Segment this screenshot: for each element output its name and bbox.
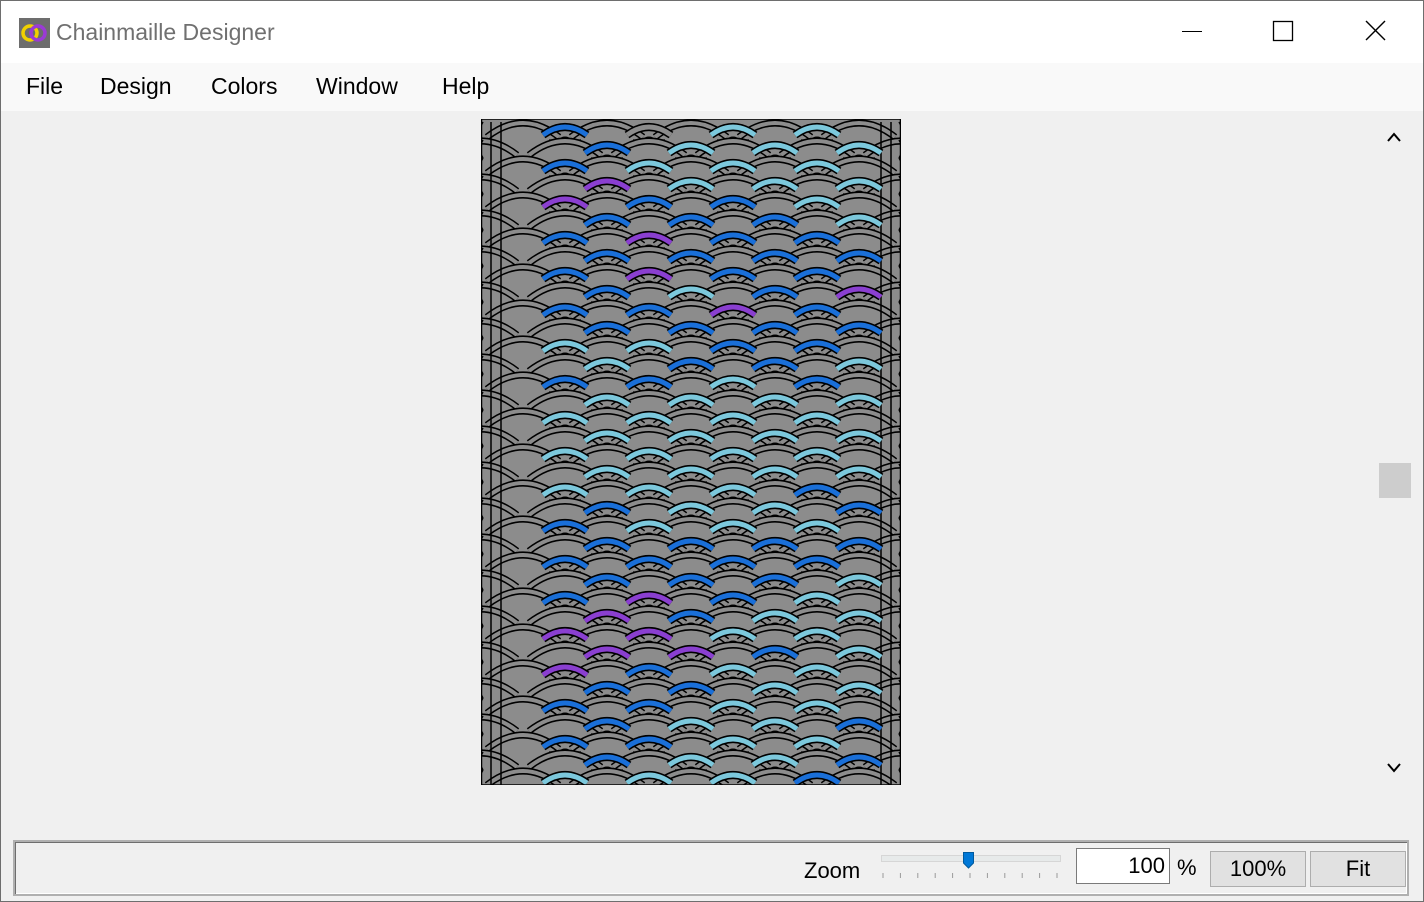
chevron-down-icon	[1387, 763, 1401, 773]
scroll-up-button[interactable]	[1378, 119, 1411, 153]
menu-bar: File Design Colors Window Help	[1, 63, 1423, 111]
zoom-100-button[interactable]: 100%	[1210, 851, 1306, 887]
menu-design[interactable]: Design	[100, 72, 172, 100]
app-window: Chainmaille Designer File Design Colors …	[0, 0, 1424, 902]
percent-sign: %	[1177, 855, 1197, 880]
close-button[interactable]	[1329, 1, 1421, 63]
maximize-button[interactable]	[1237, 1, 1329, 63]
scroll-thumb[interactable]	[1379, 462, 1411, 498]
design-area	[1, 111, 1378, 831]
zoom-percent-input[interactable]	[1076, 848, 1170, 884]
menu-colors[interactable]: Colors	[211, 72, 277, 100]
title-bar[interactable]: Chainmaille Designer	[1, 1, 1423, 63]
minimize-button[interactable]	[1145, 1, 1237, 63]
chainmaille-design-canvas[interactable]	[481, 119, 901, 785]
zoom-label: Zoom	[804, 858, 861, 883]
zoom-slider-thumb[interactable]	[963, 852, 975, 869]
menu-help[interactable]: Help	[442, 72, 489, 100]
chainmaille-rings-icon	[19, 18, 50, 48]
chainmaille-weave-pattern[interactable]	[481, 119, 901, 785]
zoom-toolbar: Zoom % 100% Fit	[13, 840, 1409, 896]
zoom-fit-button[interactable]: Fit	[1310, 851, 1406, 887]
window-title: Chainmaille Designer	[56, 19, 275, 45]
menu-window[interactable]: Window	[316, 72, 398, 100]
minimize-icon	[1182, 31, 1202, 32]
zoom-slider[interactable]	[879, 852, 1061, 886]
zoom-slider-ticks	[882, 873, 1058, 878]
vertical-scrollbar[interactable]	[1378, 119, 1411, 785]
close-icon	[1365, 20, 1386, 41]
scroll-down-button[interactable]	[1378, 751, 1411, 785]
maximize-icon	[1272, 20, 1294, 42]
menu-file[interactable]: File	[26, 72, 63, 100]
chevron-up-icon	[1387, 132, 1401, 142]
